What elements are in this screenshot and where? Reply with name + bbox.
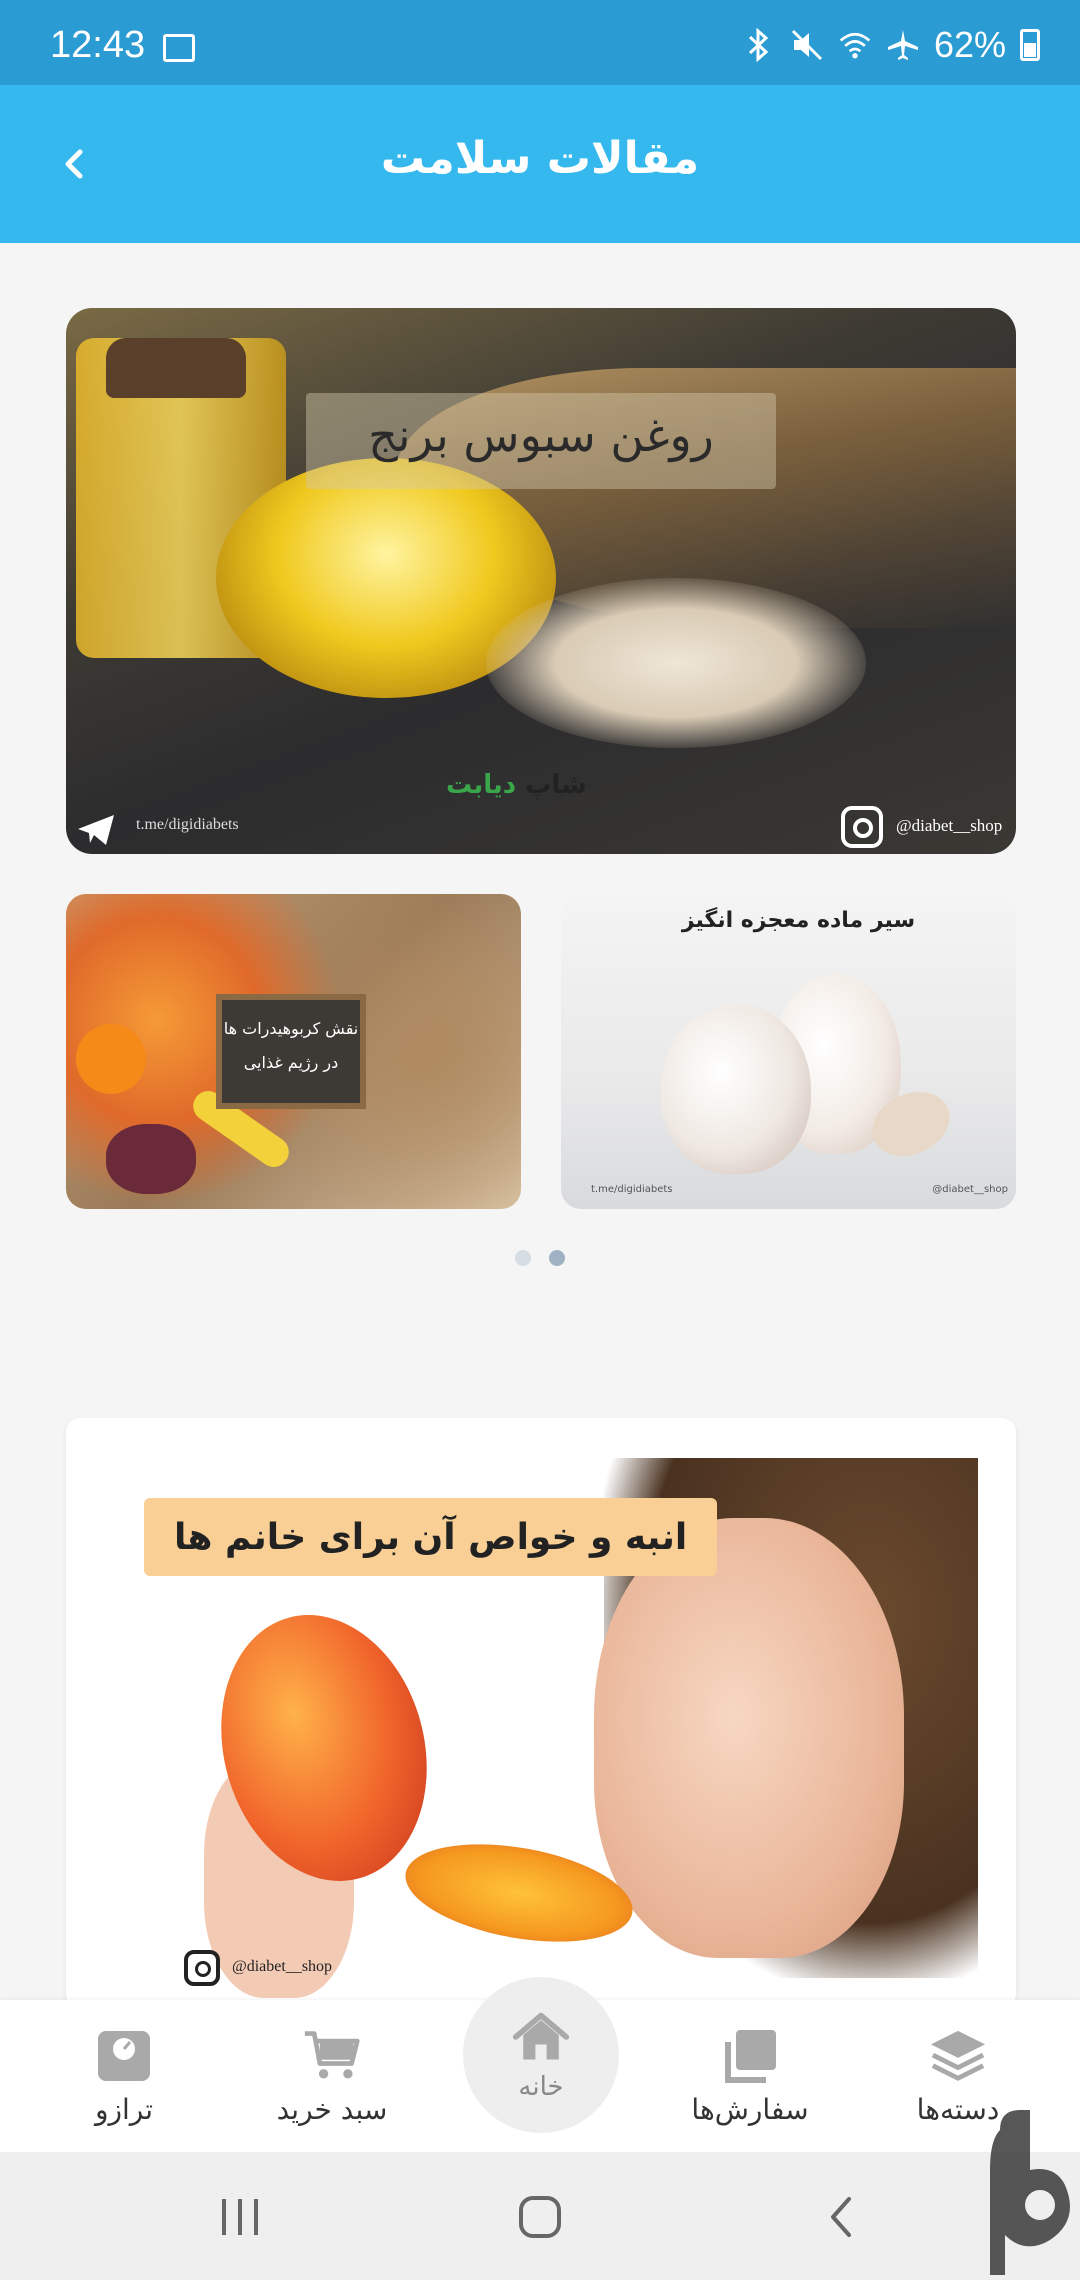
- instagram-handle: @diabet__shop: [896, 816, 1003, 835]
- status-icons: 62%: [742, 24, 1040, 66]
- back-system-button[interactable]: [800, 2182, 880, 2252]
- cork-image: [106, 338, 246, 398]
- carbs-card-title: نقش کربوهیدرات ها در رژیم غذایی: [216, 1012, 366, 1080]
- home-icon: [512, 2008, 570, 2066]
- recent-apps-button[interactable]: [200, 2182, 280, 2252]
- home-button[interactable]: [500, 2182, 580, 2252]
- wifi-icon: [838, 28, 872, 62]
- page-title: مقالات سلامت: [380, 133, 700, 184]
- nav-label-cart: سبد خرید: [276, 2092, 388, 2126]
- battery-icon: [1020, 29, 1040, 61]
- bluetooth-icon: [742, 28, 776, 62]
- nav-item-orders[interactable]: سفارش‌ها: [650, 2000, 850, 2152]
- store-watermark-logo: [990, 2110, 1070, 2275]
- scale-icon: [95, 2027, 153, 2085]
- status-time: 12:43: [50, 24, 146, 66]
- cart-icon: [303, 2027, 361, 2085]
- article-image: انبه و خواص آن برای خانم ها: [104, 1458, 978, 2008]
- home-square-icon: [519, 2196, 561, 2238]
- nav-item-scale[interactable]: ترازو: [24, 2000, 224, 2152]
- rice-image: [486, 578, 866, 748]
- article-card[interactable]: انبه و خواص آن برای خانم ها @diabet__sho…: [66, 1418, 1016, 2008]
- instagram-icon: [184, 1950, 220, 1986]
- instagram-icon: [841, 806, 883, 848]
- image-notification-icon: [163, 34, 195, 62]
- telegram-icon: [78, 815, 114, 845]
- chevron-left-icon: [831, 2197, 851, 2237]
- telegram-handle: t.me/digidiabets: [136, 816, 239, 833]
- slider-hero-card[interactable]: روغن سبوس برنج شاپ دیابت t.me/digidiabet…: [66, 308, 1016, 854]
- battery-percent: 62%: [933, 24, 1006, 65]
- slider-card-garlic[interactable]: سیر ماده معجزه انگیز t.me/digidiabets @d…: [561, 894, 1016, 1209]
- hero-title: روغن سبوس برنج: [368, 408, 714, 462]
- app-bar: مقالات سلامت: [0, 85, 1080, 243]
- garlic-bulb-image: [661, 1004, 811, 1174]
- bottom-navigation: ترازو سبد خرید خانه سفارش‌ها دسته‌ها: [0, 1977, 1080, 2152]
- airplane-mode-icon: [886, 28, 920, 62]
- nav-label-home: خانه: [518, 2072, 564, 2102]
- orders-icon: [721, 2027, 779, 2085]
- nav-label-scale: ترازو: [94, 2092, 154, 2126]
- pagination-dot-active[interactable]: [549, 1250, 565, 1266]
- slider-pagination: [0, 1250, 1080, 1266]
- brand-logo: شاپ دیابت: [446, 770, 587, 800]
- nav-item-home[interactable]: خانه: [463, 1977, 619, 2133]
- face-image: [594, 1518, 904, 1958]
- orange-image: [76, 1024, 146, 1094]
- nav-label-orders: سفارش‌ها: [691, 2092, 809, 2126]
- system-navigation-bar: [0, 2152, 1080, 2280]
- garlic-card-title: سیر ماده معجزه انگیز: [681, 908, 916, 933]
- status-bar: 12:43 62%: [0, 0, 1080, 85]
- instagram-handle: @diabet__shop: [232, 1958, 333, 1975]
- nav-item-cart[interactable]: سبد خرید: [232, 2000, 432, 2152]
- telegram-handle: t.me/digidiabets: [591, 1184, 673, 1195]
- instagram-handle: @diabet__shop: [932, 1184, 1008, 1195]
- slider-card-carbs[interactable]: نقش کربوهیدرات ها در رژیم غذایی: [66, 894, 521, 1209]
- pagination-dot[interactable]: [515, 1250, 531, 1266]
- layers-icon: [929, 2027, 987, 2085]
- brand-suffix: شاپ: [525, 770, 587, 800]
- carbs-title-line2: در رژیم غذایی: [243, 1053, 339, 1072]
- brand-prefix: دیابت: [446, 770, 517, 800]
- mute-icon: [790, 28, 824, 62]
- article-title: انبه و خواص آن برای خانم ها: [144, 1498, 718, 1576]
- recent-apps-icon: [222, 2199, 258, 2235]
- carbs-title-line1: نقش کربوهیدرات ها: [223, 1019, 359, 1038]
- grapes-image: [106, 1124, 196, 1194]
